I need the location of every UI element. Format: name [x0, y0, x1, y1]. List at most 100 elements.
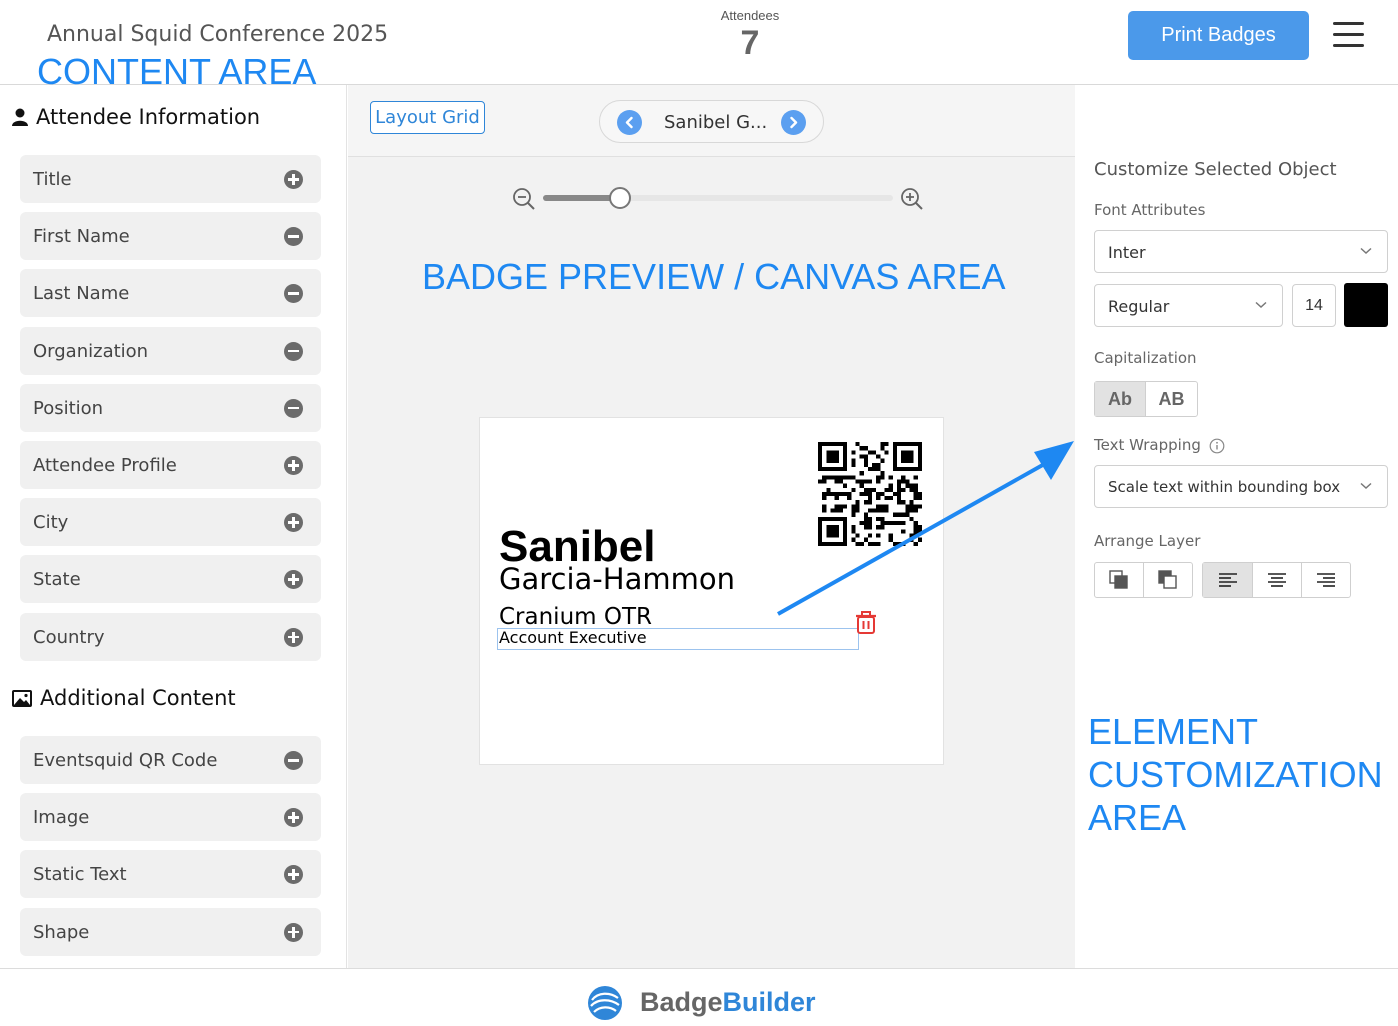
image-icon — [12, 689, 32, 707]
field-label: Static Text — [33, 864, 127, 886]
zoom-in-icon[interactable] — [900, 187, 924, 211]
remove-circle-icon[interactable] — [284, 751, 303, 770]
field-label: State — [33, 569, 81, 591]
align-left-icon — [1218, 573, 1237, 587]
customization-panel: Customize Selected Object Font Attribute… — [1076, 85, 1398, 968]
field-label: City — [33, 512, 69, 534]
capitalization-label: Capitalization — [1094, 349, 1197, 367]
badge-position[interactable]: Account Executive — [499, 628, 647, 647]
capitalization-toggle: Ab AB — [1094, 381, 1198, 417]
bring-forward-button[interactable] — [1095, 563, 1144, 597]
send-backward-icon — [1158, 570, 1177, 589]
attendee-field[interactable]: Organization — [20, 326, 321, 375]
add-circle-icon[interactable] — [284, 513, 303, 533]
text-wrapping-value: Scale text within bounding box — [1108, 478, 1341, 496]
user-icon — [12, 108, 28, 126]
remove-circle-icon[interactable] — [284, 341, 303, 361]
next-attendee-button[interactable] — [781, 110, 806, 135]
additional-content-heading: Additional Content — [12, 686, 236, 710]
attendee-field[interactable]: Attendee Profile — [20, 441, 321, 489]
menu-icon[interactable] — [1333, 20, 1365, 50]
additional-field[interactable]: Image — [20, 793, 321, 842]
add-circle-icon[interactable] — [284, 808, 303, 828]
align-right-button[interactable] — [1302, 563, 1350, 597]
attendee-field[interactable]: Last Name — [20, 269, 321, 318]
field-label: Attendee Profile — [33, 455, 177, 476]
attendee-field[interactable]: Country — [20, 612, 321, 661]
info-icon[interactable] — [1209, 438, 1225, 454]
bring-forward-icon — [1109, 570, 1128, 589]
capitalization-uppercase-button[interactable]: AB — [1146, 382, 1197, 416]
add-circle-icon[interactable] — [284, 456, 303, 475]
add-circle-icon[interactable] — [284, 922, 303, 942]
chevron-down-icon — [1255, 301, 1267, 309]
align-center-button[interactable] — [1253, 563, 1302, 597]
attendees-count: 7 — [740, 24, 760, 62]
attendee-field[interactable]: State — [20, 555, 321, 604]
canvas-toolbar: Layout Grid Sanibel G... — [348, 85, 1075, 157]
attendee-information-heading: Attendee Information — [12, 105, 260, 129]
add-circle-icon[interactable] — [284, 865, 303, 885]
zoom-slider[interactable] — [543, 187, 893, 209]
add-circle-icon[interactable] — [284, 627, 303, 647]
trash-icon[interactable] — [855, 611, 877, 635]
attendee-field[interactable]: Position — [20, 383, 321, 432]
font-family-select[interactable]: Inter — [1094, 230, 1388, 273]
capitalization-titlecase-button[interactable]: Ab — [1095, 382, 1146, 416]
send-backward-button[interactable] — [1144, 563, 1192, 597]
field-label: Shape — [33, 921, 90, 943]
chevron-down-icon — [1360, 482, 1372, 490]
conference-title: Annual Squid Conference 2025 — [47, 22, 389, 47]
field-label: Last Name — [33, 283, 130, 305]
field-label: First Name — [33, 226, 130, 248]
previous-attendee-button[interactable] — [617, 110, 642, 135]
field-label: Organization — [33, 340, 149, 362]
zoom-out-icon[interactable] — [512, 187, 536, 211]
canvas-area: Layout Grid Sanibel G... BADGE PREVIEW /… — [348, 85, 1075, 968]
canvas-area-annotation: BADGE PREVIEW / CANVAS AREA — [422, 256, 1006, 297]
app-footer: BadgeBuilder — [0, 968, 1398, 1026]
attendees-label: Attendees — [720, 8, 780, 23]
app-header: Annual Squid Conference 2025 CONTENT ARE… — [0, 0, 1398, 92]
attendee-field[interactable]: City — [20, 498, 321, 547]
badgebuilder-logo-icon — [588, 986, 622, 1020]
layout-grid-button[interactable]: Layout Grid — [370, 101, 485, 134]
additional-field[interactable]: Shape — [20, 907, 321, 956]
add-circle-icon[interactable] — [284, 570, 303, 590]
print-badges-button[interactable]: Print Badges — [1128, 11, 1309, 60]
font-weight-value: Regular — [1108, 297, 1170, 316]
field-label: Eventsquid QR Code — [33, 750, 218, 771]
font-weight-select[interactable]: Regular — [1094, 284, 1283, 327]
brand-name-part1: Badge — [640, 987, 723, 1017]
zoom-slider-handle[interactable] — [609, 187, 631, 209]
badge-last-name[interactable]: Garcia-Hammon — [499, 562, 735, 596]
remove-circle-icon[interactable] — [284, 227, 303, 247]
chevron-left-icon — [625, 116, 633, 129]
chevron-right-icon — [790, 116, 798, 129]
remove-circle-icon[interactable] — [284, 398, 303, 418]
layer-order-toggle — [1094, 562, 1193, 598]
qr-code-icon[interactable] — [818, 442, 922, 546]
align-right-icon — [1317, 573, 1335, 587]
add-circle-icon[interactable] — [284, 170, 303, 189]
text-wrapping-select[interactable]: Scale text within bounding box — [1094, 465, 1388, 508]
attendee-field[interactable]: First Name — [20, 212, 321, 261]
font-size-input[interactable]: 14 — [1292, 284, 1336, 327]
additional-content-label: Additional Content — [40, 686, 236, 710]
badge-preview[interactable]: Sanibel Garcia-Hammon Cranium OTR Accoun… — [479, 417, 944, 765]
attendee-field[interactable]: Title — [20, 155, 321, 203]
element-customization-annotation: ELEMENT CUSTOMIZATION AREA — [1088, 711, 1383, 839]
align-center-icon — [1268, 573, 1286, 587]
align-left-button[interactable] — [1203, 563, 1253, 597]
font-attributes-label: Font Attributes — [1094, 201, 1206, 219]
customize-title: Customize Selected Object — [1094, 159, 1337, 180]
badge-organization[interactable]: Cranium OTR — [499, 604, 652, 630]
remove-circle-icon[interactable] — [284, 284, 303, 304]
additional-field[interactable]: Static Text — [20, 850, 321, 899]
content-sidebar: Attendee Information Title First Name Last… — [0, 85, 347, 968]
additional-field[interactable]: Eventsquid QR Code — [20, 736, 321, 784]
text-alignment-toggle — [1202, 562, 1351, 598]
font-color-picker[interactable] — [1344, 283, 1388, 327]
arrange-layer-label: Arrange Layer — [1094, 532, 1201, 550]
brand-name: BadgeBuilder — [640, 987, 816, 1018]
